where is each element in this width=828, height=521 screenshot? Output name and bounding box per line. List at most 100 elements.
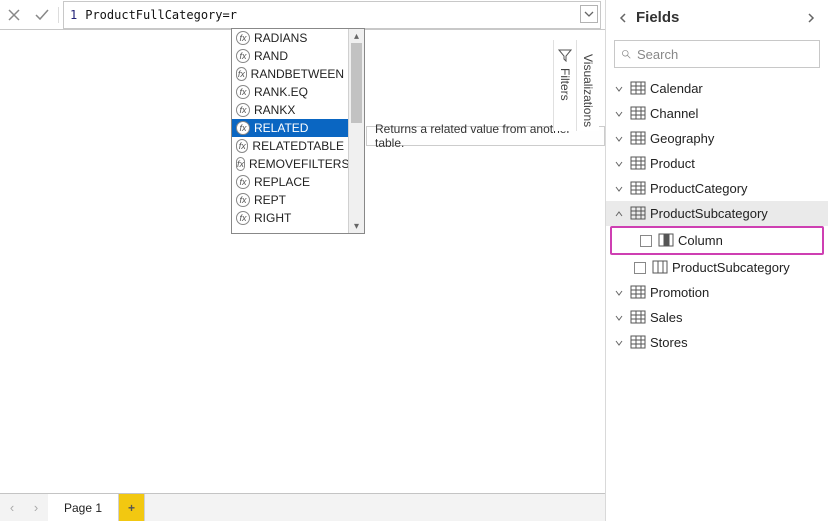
- scrollbar[interactable]: ▴ ▾: [348, 29, 364, 233]
- autocomplete-item-label: RELATED: [254, 121, 308, 135]
- table-name: Stores: [650, 335, 688, 350]
- autocomplete-item[interactable]: fx RAND: [232, 47, 348, 65]
- caret-icon: [614, 109, 626, 119]
- caret-icon: [614, 159, 626, 169]
- table-row[interactable]: Calendar: [606, 76, 828, 101]
- table-row[interactable]: Channel: [606, 101, 828, 126]
- scroll-up-icon[interactable]: ▴: [349, 29, 364, 43]
- autocomplete-list[interactable]: fxRADIANSfxRANDfxRANDBETWEENfxRANK.EQfxR…: [232, 29, 348, 233]
- field-checkbox[interactable]: [640, 235, 652, 247]
- autocomplete-item-label: RANKX: [254, 103, 295, 117]
- table-row[interactable]: Geography: [606, 126, 828, 151]
- function-icon: fx: [236, 121, 250, 135]
- table-icon: [630, 335, 646, 349]
- filters-pane-collapsed[interactable]: Filters: [553, 40, 576, 131]
- formula-expression: ProductFullCategory=r: [85, 8, 237, 22]
- function-icon: fx: [236, 85, 250, 99]
- function-icon: fx: [236, 211, 250, 225]
- autocomplete-item-label: RADIANS: [254, 31, 307, 45]
- autocomplete-item[interactable]: fxRANDBETWEEN: [232, 65, 348, 83]
- column-icon: [658, 233, 674, 247]
- formula-bar: 1 ProductFullCategory=r: [0, 0, 605, 30]
- field-row[interactable]: Column: [612, 228, 822, 253]
- autocomplete-popup: fxRADIANSfxRANDfxRANDBETWEENfxRANK.EQfxR…: [231, 28, 365, 234]
- expand-fields-icon[interactable]: [806, 12, 816, 24]
- caret-icon: [614, 209, 626, 219]
- table-name: Promotion: [650, 285, 709, 300]
- field-row[interactable]: ProductSubcategory: [606, 255, 828, 280]
- autocomplete-item-label: RAND: [254, 49, 288, 63]
- visualizations-pane-collapsed[interactable]: Visualizations: [576, 40, 599, 131]
- table-icon: [630, 106, 646, 120]
- column-icon: [652, 260, 668, 274]
- cancel-formula-button[interactable]: [0, 1, 28, 29]
- table-row[interactable]: Stores: [606, 330, 828, 355]
- function-icon: fx: [236, 175, 250, 189]
- autocomplete-item[interactable]: fx RANKX: [232, 101, 348, 119]
- tab-nav-left[interactable]: ‹: [0, 494, 24, 521]
- field-name: Column: [678, 233, 723, 248]
- table-row[interactable]: Promotion: [606, 280, 828, 305]
- table-icon: [630, 206, 646, 220]
- autocomplete-item-label: RIGHT: [254, 211, 291, 225]
- autocomplete-item[interactable]: fx RELATED: [232, 119, 348, 137]
- caret-icon: [614, 338, 626, 348]
- function-icon: fx: [236, 157, 245, 171]
- table-name: ProductCategory: [650, 181, 748, 196]
- autocomplete-item-label: REPT: [254, 193, 286, 207]
- autocomplete-item[interactable]: fx RANK.EQ: [232, 83, 348, 101]
- table-row[interactable]: ProductSubcategory: [606, 201, 828, 226]
- scroll-thumb[interactable]: [351, 43, 362, 123]
- autocomplete-item-label: REMOVEFILTERS: [249, 157, 348, 171]
- table-icon: [630, 181, 646, 195]
- fields-tree: Calendar ChannelGeography Product ProductCa…: [606, 72, 828, 521]
- autocomplete-item[interactable]: fx REMOVEFILTERS: [232, 155, 348, 173]
- field-name: ProductSubcategory: [672, 260, 790, 275]
- autocomplete-item-label: REPLACE: [254, 175, 310, 189]
- scroll-down-icon[interactable]: ▾: [349, 219, 364, 233]
- table-name: Calendar: [650, 81, 703, 96]
- table-row[interactable]: ProductCategory: [606, 176, 828, 201]
- autocomplete-item-label: RELATEDTABLE: [252, 139, 344, 153]
- autocomplete-item[interactable]: fx REPT: [232, 191, 348, 209]
- table-row[interactable]: Sales: [606, 305, 828, 330]
- caret-icon: [614, 84, 626, 94]
- canvas-area: 1 ProductFullCategory=r fxRADIANSfxRANDf…: [0, 0, 606, 521]
- line-number: 1: [70, 8, 77, 22]
- function-icon: fx: [236, 103, 250, 117]
- function-icon: fx: [236, 31, 250, 45]
- autocomplete-item[interactable]: fx RIGHT: [232, 209, 348, 227]
- function-icon: fx: [236, 49, 250, 63]
- fields-search: [606, 36, 828, 72]
- autocomplete-item-label: RANK.EQ: [254, 85, 308, 99]
- search-box[interactable]: [614, 40, 820, 68]
- filters-icon: [558, 48, 572, 62]
- expand-formula-button[interactable]: [580, 5, 598, 23]
- field-checkbox[interactable]: [634, 262, 646, 274]
- table-icon: [630, 131, 646, 145]
- page-tab[interactable]: Page 1: [48, 494, 119, 521]
- tab-nav-right[interactable]: ›: [24, 494, 48, 521]
- table-name: ProductSubcategory: [650, 206, 768, 221]
- autocomplete-item[interactable]: fx RADIANS: [232, 29, 348, 47]
- autocomplete-item[interactable]: fx RELATEDTABLE: [232, 137, 348, 155]
- table-icon: [630, 156, 646, 170]
- search-input[interactable]: [637, 47, 813, 62]
- highlighted-field: Column: [610, 226, 824, 255]
- caret-icon: [614, 134, 626, 144]
- caret-icon: [614, 288, 626, 298]
- add-page-tab[interactable]: +: [119, 494, 145, 521]
- collapse-fields-button[interactable]: [618, 12, 628, 24]
- formula-input[interactable]: 1 ProductFullCategory=r: [63, 1, 601, 29]
- function-icon: fx: [236, 193, 250, 207]
- table-name: Sales: [650, 310, 683, 325]
- function-icon: fx: [236, 139, 248, 153]
- table-name: Product: [650, 156, 695, 171]
- search-icon: [621, 47, 631, 61]
- filters-label: Filters: [558, 68, 572, 101]
- commit-formula-button[interactable]: [28, 1, 56, 29]
- table-row[interactable]: Product: [606, 151, 828, 176]
- table-icon: [630, 310, 646, 324]
- table-icon: [630, 81, 646, 95]
- autocomplete-item[interactable]: fx REPLACE: [232, 173, 348, 191]
